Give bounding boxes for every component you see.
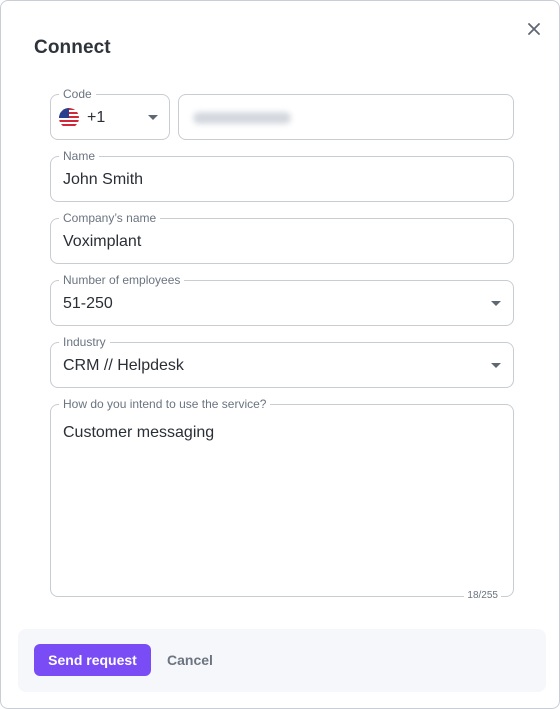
dialog-footer: Send request Cancel: [18, 629, 546, 692]
industry-select[interactable]: Industry CRM // Helpdesk: [50, 335, 514, 388]
company-name-input[interactable]: Company’s name Voximplant: [50, 211, 514, 264]
country-code-value: +1: [87, 109, 106, 126]
company-name-label: Company’s name: [59, 211, 161, 225]
character-counter: 18/255: [464, 591, 501, 601]
code-label: Code: [59, 87, 96, 101]
dialog-title: Connect: [34, 37, 111, 58]
us-flag-icon: [59, 108, 79, 128]
usage-textarea[interactable]: How do you intend to use the service? Cu…: [50, 397, 514, 601]
company-name-value: Voximplant: [63, 233, 142, 250]
usage-label: How do you intend to use the service?: [59, 397, 271, 411]
close-icon[interactable]: [523, 18, 545, 40]
chevron-down-icon: [491, 363, 501, 368]
cancel-button[interactable]: Cancel: [163, 644, 217, 676]
industry-value: CRM // Helpdesk: [63, 357, 184, 374]
send-request-button[interactable]: Send request: [34, 644, 151, 676]
phone-input[interactable]: [178, 94, 514, 140]
chevron-down-icon: [148, 115, 158, 120]
name-input[interactable]: Name John Smith: [50, 149, 514, 202]
employees-label: Number of employees: [59, 273, 185, 287]
name-label: Name: [59, 149, 100, 163]
chevron-down-icon: [491, 301, 501, 306]
country-code-select[interactable]: Code +1: [50, 87, 170, 140]
usage-value: Customer messaging: [63, 424, 215, 441]
employees-value: 51-250: [63, 295, 113, 312]
connect-dialog: Connect Code +1 Name John Smith Company’…: [0, 0, 560, 709]
name-value: John Smith: [63, 171, 144, 188]
phone-number-blurred: [193, 112, 291, 124]
employees-select[interactable]: Number of employees 51-250: [50, 273, 514, 326]
industry-label: Industry: [59, 335, 110, 349]
